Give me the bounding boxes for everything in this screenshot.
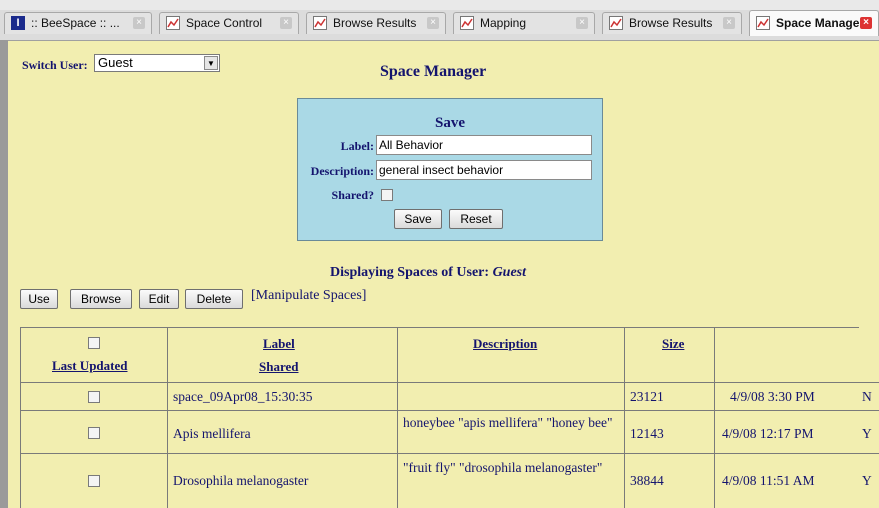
row-label: Apis mellifera — [173, 426, 251, 441]
save-panel: Save Label: All Behavior Description: ge… — [297, 98, 603, 241]
header-size[interactable]: Size — [662, 336, 684, 352]
browse-button[interactable]: Browse — [70, 289, 132, 309]
row-size: 12143 — [630, 426, 664, 441]
tab-mapping[interactable]: Mapping × — [453, 12, 595, 34]
row-updated: 4/9/08 11:51 AM — [722, 473, 815, 488]
shared-label: Shared? — [331, 188, 374, 202]
row-description: "fruit fly" "drosophila melanogaster" — [403, 460, 603, 475]
switch-user-value: Guest — [98, 55, 133, 70]
col-divider — [714, 327, 715, 508]
col-divider — [397, 327, 398, 508]
tab-browse-results-2[interactable]: Browse Results × — [602, 12, 742, 34]
row-label: space_09Apr08_15:30:35 — [173, 389, 313, 404]
tab-label: Space Manager — [776, 16, 865, 30]
spaces-table: Last Updated Label Shared Description Si… — [20, 327, 879, 508]
close-icon[interactable]: × — [427, 17, 439, 29]
save-button[interactable]: Save — [394, 209, 442, 229]
tab-label: Space Control — [186, 16, 263, 30]
delete-button[interactable]: Delete — [185, 289, 243, 309]
use-button[interactable]: Use — [20, 289, 58, 309]
header-label[interactable]: Label — [263, 336, 295, 352]
table-border-top — [20, 327, 859, 328]
row-label: Drosophila melanogaster — [173, 473, 309, 488]
page-icon — [166, 16, 180, 30]
row-size: 23121 — [630, 389, 664, 404]
header-description[interactable]: Description — [473, 336, 537, 352]
label-field-label: Label: — [340, 139, 374, 153]
row-checkbox[interactable] — [88, 391, 100, 403]
tab-label: :: BeeSpace :: ... — [31, 16, 120, 30]
page-icon — [609, 16, 623, 30]
tab-label: Browse Results — [629, 16, 713, 30]
edit-button[interactable]: Edit — [139, 289, 179, 309]
row-divider — [20, 382, 879, 383]
tab-browse-results[interactable]: Browse Results × — [306, 12, 446, 34]
close-icon[interactable]: × — [723, 17, 735, 29]
row-checkbox[interactable] — [88, 427, 100, 439]
tab-label: Browse Results — [333, 16, 417, 30]
label-field[interactable]: All Behavior — [376, 135, 592, 155]
switch-user-label: Switch User: — [22, 58, 88, 72]
header-last-updated[interactable]: Last Updated — [52, 358, 128, 374]
row-size: 38844 — [630, 473, 664, 488]
row-updated: 4/9/08 3:30 PM — [730, 389, 815, 404]
beespace-icon: I — [11, 16, 25, 30]
col-divider — [20, 327, 21, 508]
displaying-heading: Displaying Spaces of User: Guest — [330, 265, 526, 281]
reset-button[interactable]: Reset — [449, 209, 503, 229]
browser-tab-bar: I :: BeeSpace :: ... × Space Control × B… — [0, 0, 879, 41]
row-updated: 4/9/08 12:17 PM — [722, 426, 814, 441]
window-left-border — [0, 40, 8, 508]
select-all-checkbox[interactable] — [88, 337, 100, 349]
header-shared[interactable]: Shared — [259, 359, 299, 375]
row-shared: Y — [862, 426, 872, 441]
row-checkbox[interactable] — [88, 475, 100, 487]
close-icon[interactable]: × — [280, 17, 292, 29]
close-icon[interactable]: × — [576, 17, 588, 29]
tab-space-control[interactable]: Space Control × — [159, 12, 299, 34]
row-divider — [20, 410, 879, 411]
close-icon[interactable]: × — [860, 17, 872, 29]
close-icon[interactable]: × — [133, 17, 145, 29]
page-icon — [313, 16, 327, 30]
shared-checkbox[interactable] — [381, 189, 393, 201]
page-icon — [460, 16, 474, 30]
manipulate-spaces-link[interactable]: [Manipulate Spaces] — [251, 288, 366, 304]
col-divider — [624, 327, 625, 508]
description-field-label: Description: — [310, 164, 374, 178]
displaying-prefix: Displaying Spaces of User: — [330, 265, 490, 280]
tab-strip-top — [0, 0, 879, 10]
row-shared: Y — [862, 473, 872, 488]
page-icon — [756, 16, 770, 30]
row-description: honeybee "apis mellifera" "honey bee" — [403, 415, 613, 430]
displaying-user: Guest — [492, 265, 527, 280]
save-panel-title: Save — [435, 115, 465, 131]
tab-beespace[interactable]: I :: BeeSpace :: ... × — [4, 12, 152, 34]
page-title: Space Manager — [380, 63, 487, 80]
row-shared: N — [862, 389, 872, 404]
description-field[interactable]: general insect behavior — [376, 160, 592, 180]
tab-label: Mapping — [480, 16, 527, 30]
row-divider — [20, 453, 879, 454]
col-divider — [167, 327, 168, 508]
chevron-down-icon[interactable]: ▼ — [204, 56, 218, 70]
tab-space-manager[interactable]: Space Manager × — [749, 10, 879, 36]
switch-user-select[interactable]: Guest ▼ — [94, 54, 220, 72]
